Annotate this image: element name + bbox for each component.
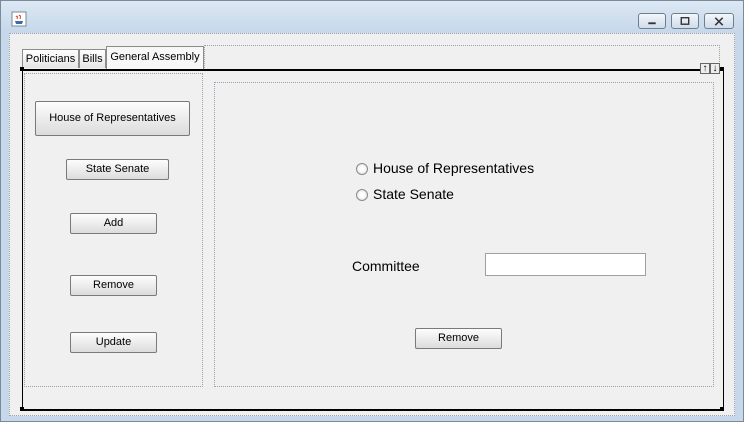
maximize-button[interactable] (671, 13, 699, 29)
right-form-panel: House of Representatives State Senate Co… (214, 82, 714, 387)
radio-label: House of Representatives (373, 160, 535, 176)
resize-handle[interactable] (20, 67, 24, 71)
committee-label: Committee (352, 258, 420, 274)
update-button[interactable]: Update (70, 332, 157, 353)
order-arrows: ↑ ↓ (700, 63, 722, 75)
radio-button[interactable] (356, 189, 368, 201)
remove-committee-button[interactable]: Remove (415, 328, 502, 349)
minimize-icon (648, 22, 656, 25)
maximize-icon (680, 17, 690, 25)
committee-field[interactable] (485, 253, 646, 276)
arrow-down-icon[interactable]: ↓ (710, 63, 720, 74)
tab-general-assembly[interactable]: General Assembly (106, 46, 204, 69)
java-icon (11, 11, 27, 27)
state-senate-button[interactable]: State Senate (66, 159, 169, 180)
resize-handle[interactable] (20, 407, 24, 411)
radio-label: State Senate (373, 186, 454, 202)
arrow-up-icon[interactable]: ↑ (700, 63, 710, 74)
tab-politicians[interactable]: Politicians (22, 49, 79, 68)
house-of-representatives-button[interactable]: House of Representatives (35, 101, 190, 136)
resize-handle[interactable] (720, 407, 724, 411)
radio-button[interactable] (356, 163, 368, 175)
tab-strip-outline (204, 45, 720, 68)
left-button-panel: House of Representatives State Senate Ad… (24, 73, 203, 387)
add-button[interactable]: Add (70, 213, 157, 234)
title-bar (1, 1, 743, 33)
content-pane: Politicians Bills General Assembly ↑ ↓ Ho… (9, 33, 735, 416)
close-icon (714, 17, 724, 26)
remove-button[interactable]: Remove (70, 275, 157, 296)
close-button[interactable] (704, 13, 734, 29)
tab-bills[interactable]: Bills (79, 49, 106, 68)
app-window: Politicians Bills General Assembly ↑ ↓ Ho… (0, 0, 744, 422)
minimize-button[interactable] (638, 13, 666, 29)
